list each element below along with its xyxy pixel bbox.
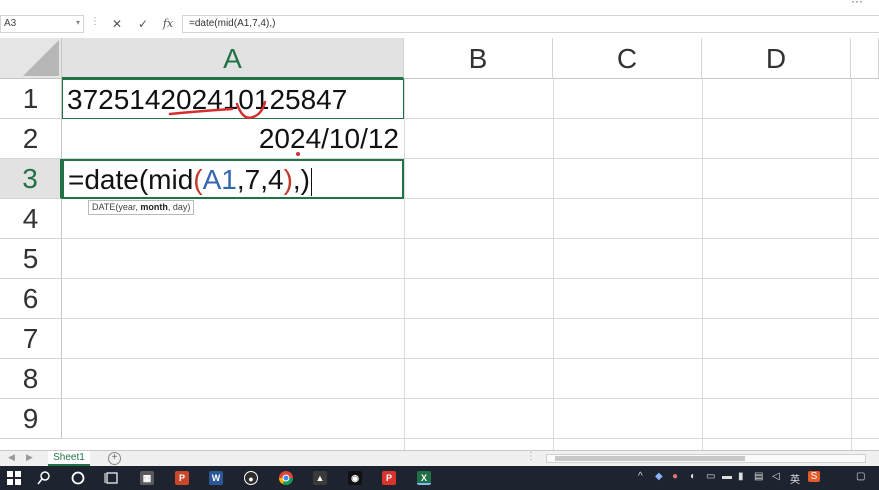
windows-icon[interactable] [6,470,22,486]
chevron-down-icon[interactable]: ▾ [76,18,80,27]
calculator-icon[interactable]: ▦ [140,471,154,485]
qq-icon[interactable]: ◉ [348,471,362,485]
sogou-ime-icon[interactable]: S [808,471,820,482]
dot-annotation [296,152,300,156]
wps-icon[interactable]: P [382,471,396,485]
photos-icon[interactable]: ▲ [313,471,327,485]
formula-bar: A3 ▾ ⋮ ✕ ✓ fx =date(mid(A1,7,4),) ··· [0,0,879,34]
annotation-layer [168,100,300,156]
curve-annotation [235,100,267,119]
scrollbar-thumb[interactable] [555,456,745,461]
notification-icon[interactable]: ▢ [856,471,865,482]
usb-icon[interactable]: ▬ [722,471,732,482]
name-box-value: A3 [4,18,17,29]
scroll-left-icon[interactable]: ◀ [8,452,15,463]
message-icon[interactable]: ▭ [706,471,715,482]
spreadsheet-grid: A B C D 1 2 3 4 5 6 7 8 9 37251420241012… [0,38,879,450]
cancel-button[interactable]: ✕ [106,14,128,34]
taskbar: ▦ P W ● ▲ ◉ P X ^ ◆ ● ◐ ▭ ▬ ▮ ▤ ◁ 英 S ▢ [0,466,879,490]
volume-icon[interactable]: ◁ [772,471,780,482]
search-icon[interactable] [36,470,52,486]
tray-app-icon[interactable]: ◐ [690,471,696,482]
close-icon: ✕ [111,17,123,31]
power-icon[interactable]: ▮ [738,471,744,482]
sheet-tab-sheet1[interactable]: Sheet1 [48,451,90,466]
ribbon-options-icon[interactable]: ··· [851,0,863,8]
formula-text: =date(mid(A1,7,4),) [189,18,276,29]
panda-icon[interactable]: ● [244,471,258,485]
horizontal-scrollbar[interactable] [546,454,866,463]
task-view-icon[interactable] [104,470,120,486]
add-sheet-button[interactable]: + [108,452,121,465]
formula-input[interactable]: =date(mid(A1,7,4),) [182,15,879,33]
tray-chevron-icon[interactable]: ^ [638,471,643,482]
check-icon: ✓ [137,17,149,31]
powerpoint-icon[interactable]: P [175,471,189,485]
chrome-icon[interactable] [278,470,294,486]
cortana-icon[interactable] [70,470,86,486]
underline-annotation [168,107,234,116]
excel-icon[interactable]: X [417,471,431,485]
name-box[interactable]: A3 ▾ [0,15,84,33]
word-icon[interactable]: W [209,471,223,485]
drag-handle-icon[interactable]: ⋮ [90,16,100,27]
tab-split-handle-icon[interactable]: ⋮ [526,451,536,462]
network-icon[interactable]: ▤ [754,471,763,482]
fx-icon: fx [162,17,174,30]
scroll-right-icon[interactable]: ▶ [26,452,33,463]
enter-button[interactable]: ✓ [132,14,154,34]
defender-icon[interactable]: ◆ [655,471,663,482]
insert-function-button[interactable]: fx [157,14,179,34]
sheet-tab-bar: ◀ ▶ Sheet1 + ⋮ [0,450,879,466]
ime-language-indicator[interactable]: 英 [790,471,800,486]
security-icon[interactable]: ● [672,471,678,482]
